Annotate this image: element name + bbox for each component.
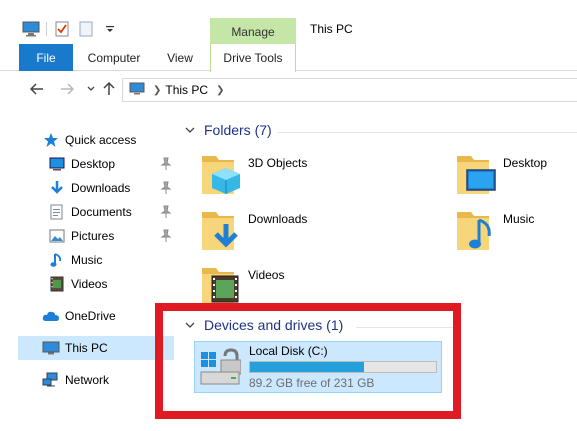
- folder-downloads[interactable]: Downloads: [200, 206, 380, 260]
- back-arrow-icon[interactable]: [28, 80, 46, 98]
- quick-access-toolbar: [22, 20, 125, 38]
- folder-desktop[interactable]: Desktop: [455, 150, 577, 204]
- qat-separator: [46, 22, 47, 36]
- sidebar-item-label: Videos: [71, 277, 108, 291]
- address-bar[interactable]: ❯ This PC ❯: [122, 78, 577, 102]
- sidebar-item-pictures[interactable]: Pictures: [0, 224, 176, 248]
- customize-qat-icon[interactable]: [101, 20, 119, 38]
- pictures-icon: [48, 227, 66, 245]
- music-folder-icon: [457, 212, 491, 250]
- folder-name: Downloads: [248, 212, 308, 226]
- tab-file[interactable]: File: [19, 44, 73, 71]
- pin-icon[interactable]: [160, 229, 172, 243]
- folder-3d-objects[interactable]: 3D Objects: [200, 150, 380, 204]
- recent-locations-chevron-icon[interactable]: [82, 80, 100, 98]
- folders-group-header[interactable]: Folders (7): [184, 122, 272, 138]
- sidebar-item-onedrive[interactable]: OneDrive: [0, 304, 176, 328]
- up-arrow-icon[interactable]: [100, 80, 118, 98]
- navigation-bar: ❯ This PC ❯: [0, 74, 577, 106]
- downloads-folder-icon: [202, 212, 238, 250]
- sidebar-item-label: Quick access: [65, 133, 137, 147]
- folder-name: Videos: [248, 268, 285, 282]
- sidebar-item-quick-access[interactable]: Quick access: [0, 128, 176, 152]
- downloads-icon: [48, 179, 66, 197]
- tab-computer[interactable]: Computer: [78, 44, 150, 71]
- sidebar-item-documents[interactable]: Documents: [0, 200, 176, 224]
- documents-icon: [48, 203, 66, 221]
- folder-name: 3D Objects: [248, 156, 308, 170]
- group-divider: [278, 132, 577, 133]
- videos-icon: [48, 275, 66, 293]
- ribbon-tabs: File Computer View Manage Drive Tools: [0, 18, 577, 72]
- sidebar-item-label: This PC: [65, 341, 108, 355]
- group-title: Folders (7): [204, 122, 272, 138]
- network-icon: [42, 371, 60, 389]
- context-group-manage: Manage: [210, 18, 296, 45]
- cloud-icon: [42, 307, 60, 325]
- sidebar-item-this-pc[interactable]: This PC: [18, 336, 174, 360]
- breadcrumb-this-pc[interactable]: This PC: [165, 83, 208, 97]
- pin-icon[interactable]: [160, 157, 172, 171]
- sidebar-item-downloads[interactable]: Downloads: [0, 176, 176, 200]
- pc-icon: [42, 339, 60, 357]
- properties-icon[interactable]: [53, 20, 71, 38]
- sidebar-item-label: Downloads: [71, 181, 131, 195]
- desktop-folder-icon: [457, 156, 496, 194]
- sidebar-item-videos[interactable]: Videos: [0, 272, 176, 296]
- sidebar-item-label: Documents: [71, 205, 132, 219]
- sidebar-item-network[interactable]: Network: [0, 368, 176, 392]
- breadcrumb-separator-icon[interactable]: ❯: [216, 85, 224, 96]
- sidebar-item-label: Network: [65, 373, 110, 387]
- sidebar-item-label: Music: [71, 253, 103, 267]
- sidebar-item-desktop[interactable]: Desktop: [0, 152, 176, 176]
- pc-icon: [129, 82, 145, 99]
- sidebar-item-music[interactable]: Music: [0, 248, 176, 272]
- navigation-pane: Quick access Desktop Downloads Documents…: [0, 120, 176, 431]
- music-icon: [48, 251, 66, 269]
- forward-arrow-icon[interactable]: [58, 80, 76, 98]
- tab-drive-tools[interactable]: Drive Tools: [210, 44, 296, 72]
- pin-icon[interactable]: [160, 181, 172, 195]
- 3d-objects-folder-icon: [202, 156, 240, 194]
- folder-name: Music: [503, 212, 535, 226]
- chevron-down-icon: [185, 127, 195, 133]
- desktop-icon: [48, 155, 66, 173]
- tab-view[interactable]: View: [154, 44, 206, 71]
- window-title: This PC: [310, 22, 353, 36]
- star-icon: [42, 131, 60, 149]
- pc-icon[interactable]: [22, 20, 40, 38]
- sidebar-item-label: Desktop: [71, 157, 116, 171]
- folder-name: Desktop: [503, 156, 548, 170]
- pin-icon[interactable]: [160, 205, 172, 219]
- sidebar-item-label: OneDrive: [65, 309, 116, 323]
- folder-music[interactable]: Music: [455, 206, 577, 260]
- new-folder-icon[interactable]: [77, 20, 95, 38]
- breadcrumb-separator-icon[interactable]: ❯: [153, 85, 161, 96]
- highlight-annotation: [155, 303, 461, 419]
- sidebar-item-label: Pictures: [71, 229, 115, 243]
